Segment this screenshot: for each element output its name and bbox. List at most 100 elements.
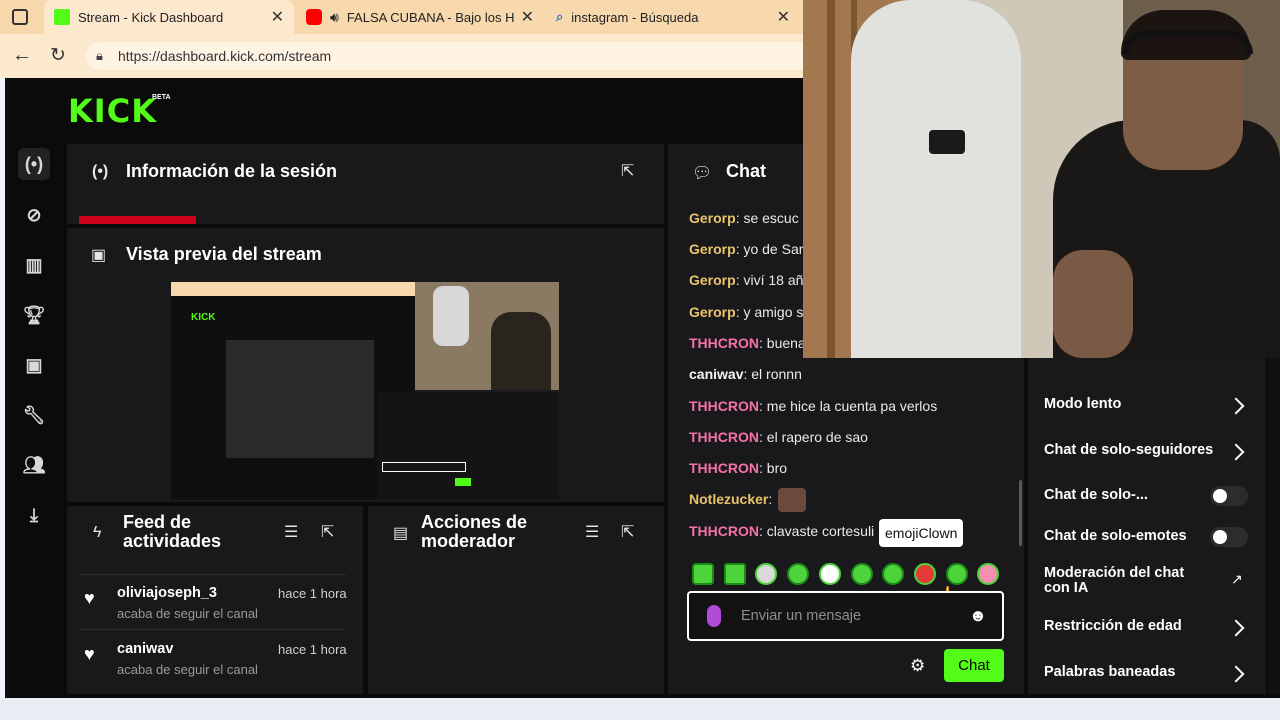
popout-icon[interactable]: ⇱ — [321, 522, 334, 542]
feed-item-sub: acaba de seguir el canal — [117, 606, 258, 621]
emote-icon[interactable] — [977, 563, 999, 585]
stream-preview-title: Vista previa del stream — [126, 244, 322, 264]
chat-username[interactable]: THHCRON — [689, 335, 759, 351]
preview-icon: ▣ — [91, 247, 107, 264]
close-tab-icon[interactable]: ✕ — [271, 7, 284, 27]
sidebar-analytics-icon[interactable]: ▥ — [18, 249, 50, 281]
mod-setting-label[interactable]: Moderación del chat con IA — [1044, 566, 1204, 596]
session-info-title: Información de la sesión — [126, 161, 338, 181]
toggle-switch[interactable] — [1210, 527, 1248, 547]
chat-message: Gerorp: yo de Sar — [689, 241, 803, 257]
emoji-picker-icon[interactable]: ☻ — [969, 606, 987, 626]
chat-settings-gear-icon[interactable]: ⚙ — [910, 656, 925, 676]
chat-username[interactable]: caniwav — [689, 366, 743, 382]
mod-setting-label[interactable]: Chat de solo-emotes — [1044, 528, 1187, 544]
emote-icon[interactable] — [787, 563, 809, 585]
chat-message: Gerorp: viví 18 añ — [689, 272, 803, 288]
back-icon[interactable]: ← — [12, 44, 32, 67]
url-text: https://dashboard.kick.com/stream — [118, 48, 332, 64]
stream-preview-video[interactable]: KICK — [171, 282, 559, 500]
chat-scrollbar[interactable] — [1019, 480, 1022, 546]
emote-image — [778, 488, 806, 512]
mod-setting-label[interactable]: Chat de solo-... — [1044, 487, 1148, 503]
youtube-favicon-icon — [306, 9, 322, 25]
sidebar: (•) ⊘ ▥ 🏆︎ ▣ 🔧︎ 👥︎ ⤓ — [5, 78, 63, 698]
tab-title: instagram - Búsqueda — [571, 9, 699, 25]
document-icon: ▤ — [393, 525, 409, 542]
emote-icon[interactable] — [755, 563, 777, 585]
filter-icon[interactable]: ☰ — [284, 522, 298, 542]
chat-username[interactable]: Gerorp — [689, 241, 736, 257]
chat-username[interactable]: THHCRON — [689, 523, 759, 539]
filter-icon[interactable]: ☰ — [585, 522, 599, 542]
emote-icon[interactable] — [692, 563, 714, 585]
speaker-icon[interactable]: 🔊︎ — [330, 9, 339, 26]
chat-username[interactable]: THHCRON — [689, 460, 759, 476]
kick-logo[interactable]: KICK — [68, 92, 157, 130]
emote-icon[interactable] — [946, 563, 968, 585]
microphone-icon[interactable] — [707, 605, 721, 627]
chat-text: el ronnn — [751, 366, 802, 382]
feed-item-name[interactable]: oliviajoseph_3 — [117, 585, 217, 601]
chat-text: buena — [766, 335, 806, 351]
chat-text: y amigo s — [743, 304, 803, 320]
chat-username[interactable]: Notlezucker — [689, 491, 768, 507]
emote-icon[interactable] — [882, 563, 904, 585]
tab-title: Stream - Kick Dashboard — [78, 9, 224, 25]
emote-icon[interactable] — [724, 563, 746, 585]
mod-setting-label[interactable]: Chat de solo-seguidores — [1044, 442, 1213, 458]
beta-badge: BETA — [152, 94, 171, 101]
feed-item-time: hace 1 hora — [278, 642, 347, 657]
chat-send-button[interactable]: Chat — [944, 649, 1004, 682]
tab-kick-dashboard[interactable]: Stream - Kick Dashboard ✕ — [44, 0, 294, 34]
emote-clown-icon[interactable] — [914, 563, 936, 585]
tab-title: FALSA CUBANA - Bajo los H — [346, 9, 515, 25]
chat-text: yo de Sar — [743, 241, 803, 257]
sidebar-users-icon[interactable]: 👥︎ — [18, 449, 50, 481]
chat-username[interactable]: THHCRON — [689, 429, 759, 445]
chat-message: THHCRON: buena — [689, 335, 806, 351]
tab-instagram-search[interactable]: ⌕ instagram - Búsqueda ✕ — [546, 0, 800, 34]
chat-message: caniwav: el ronnn — [689, 366, 802, 382]
chat-text: el rapero de sao — [766, 429, 868, 445]
feed-item-sub: acaba de seguir el canal — [117, 662, 258, 677]
toggle-switch[interactable] — [1210, 486, 1248, 506]
sidebar-upload-icon[interactable]: ⤓ — [18, 499, 50, 531]
close-tab-icon[interactable]: ✕ — [777, 7, 790, 27]
chat-text: me hice la cuenta pa verlos — [766, 398, 938, 414]
chat-username[interactable]: Gerorp — [689, 210, 736, 226]
chat-username[interactable]: THHCRON — [689, 398, 759, 414]
emote-icon[interactable] — [819, 563, 841, 585]
emote-icon[interactable] — [851, 563, 873, 585]
site-info-icon[interactable]: 🔒︎ — [96, 48, 103, 64]
chat-text: se escuc — [743, 210, 799, 226]
sidebar-trophy-icon[interactable]: 🏆︎ — [18, 299, 50, 331]
reload-icon[interactable]: ↻ — [50, 44, 66, 67]
tab-youtube[interactable]: 🔊︎ FALSA CUBANA - Bajo los H ✕ — [296, 0, 544, 34]
chat-bubble-icon: 💬︎ — [692, 165, 713, 182]
session-stats-strip — [79, 216, 196, 224]
sidebar-stream-icon[interactable]: (•) — [18, 148, 50, 180]
chat-username[interactable]: Gerorp — [689, 304, 736, 320]
chat-username[interactable]: Gerorp — [689, 272, 736, 288]
sidebar-wrench-icon[interactable]: 🔧︎ — [18, 399, 50, 431]
window-menu-icon[interactable] — [12, 9, 28, 25]
chat-message: THHCRON: bro — [689, 460, 787, 476]
mod-setting-label[interactable]: Palabras baneadas — [1044, 664, 1175, 680]
popout-icon[interactable]: ⇱ — [621, 522, 634, 542]
chat-text: viví 18 añ — [743, 272, 803, 288]
sidebar-link-icon[interactable]: ⊘ — [18, 199, 50, 231]
taskbar — [0, 698, 1280, 720]
divider — [80, 629, 346, 630]
mod-setting-label[interactable]: Restricción de edad — [1044, 618, 1182, 634]
heart-icon: ♥ — [84, 588, 95, 608]
search-favicon-icon: ⌕ — [556, 9, 564, 24]
emote-tooltip: emojiClown — [879, 519, 964, 547]
popout-icon[interactable]: ⇱ — [621, 161, 634, 181]
kick-favicon-icon — [54, 9, 70, 25]
feed-item-name[interactable]: caniwav — [117, 641, 173, 657]
sidebar-media-icon[interactable]: ▣ — [18, 349, 50, 381]
close-tab-icon[interactable]: ✕ — [521, 7, 534, 27]
mod-setting-label[interactable]: Modo lento — [1044, 396, 1121, 412]
external-link-icon[interactable]: ↗ — [1231, 571, 1243, 588]
